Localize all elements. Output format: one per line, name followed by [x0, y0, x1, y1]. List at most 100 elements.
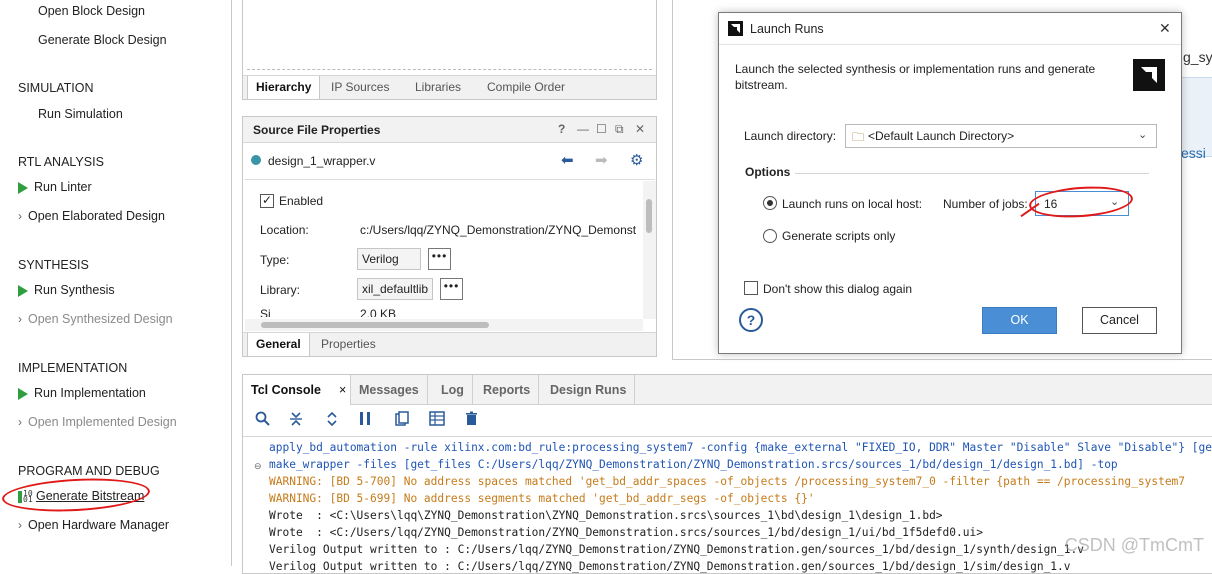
tab-compile-order[interactable]: Compile Order: [479, 76, 573, 100]
open-elaborated-design-label: Open Elaborated Design: [28, 209, 165, 223]
table-icon[interactable]: [429, 411, 445, 429]
type-label: Type:: [260, 253, 290, 267]
run-simulation-item[interactable]: Run Simulation: [38, 107, 123, 121]
float-icon[interactable]: ⧉: [615, 122, 624, 137]
back-arrow-icon[interactable]: ⬅: [561, 151, 574, 169]
ok-button[interactable]: OK: [982, 307, 1057, 334]
vertical-scrollbar[interactable]: [643, 181, 656, 319]
run-implementation-item[interactable]: Run Implementation: [18, 386, 146, 400]
tab-properties[interactable]: Properties: [313, 333, 384, 357]
scroll-thumb[interactable]: [646, 199, 652, 233]
launch-directory-label: Launch directory:: [744, 129, 837, 143]
run-synthesis-item[interactable]: Run Synthesis: [18, 283, 115, 297]
options-label: Options: [745, 165, 791, 179]
open-hardware-manager-item[interactable]: › Open Hardware Manager: [18, 518, 169, 532]
location-label: Location:: [260, 223, 309, 237]
type-more-button[interactable]: •••: [428, 248, 451, 270]
help-icon[interactable]: ?: [739, 308, 763, 332]
console-line: Verilog Output written to : C:/Users/lqq…: [269, 560, 1071, 573]
size-row: Si 2.0 KB: [243, 307, 653, 317]
generate-block-design-item[interactable]: Generate Block Design: [38, 33, 167, 47]
cancel-button[interactable]: Cancel: [1082, 307, 1157, 334]
flow-navigator: Open Block Design Generate Block Design …: [0, 0, 232, 566]
expand-all-icon[interactable]: [325, 411, 339, 430]
forward-arrow-icon[interactable]: ➡: [595, 151, 608, 169]
divider: [795, 173, 1149, 174]
console-line: Verilog Output written to : C:/Users/lqq…: [269, 543, 1084, 556]
tab-hierarchy[interactable]: Hierarchy: [247, 76, 321, 100]
scripts-only-label: Generate scripts only: [782, 229, 896, 243]
peek-text-2: essi: [1181, 145, 1206, 161]
watermark: CSDN @TmCmT: [1064, 535, 1204, 555]
run-simulation-label: Run Simulation: [38, 107, 123, 121]
horizontal-scrollbar[interactable]: [245, 319, 643, 331]
open-implemented-design-label: Open Implemented Design: [28, 415, 177, 429]
divider: [245, 179, 655, 180]
trash-icon[interactable]: [465, 411, 478, 429]
launch-runs-dialog: Launch Runs ✕ Launch the selected synthe…: [718, 12, 1182, 354]
dont-show-label: Don't show this dialog again: [763, 282, 913, 296]
console-line: Wrote : <C:/Users/lqq/ZYNQ_Demonstration…: [269, 526, 983, 539]
pause-icon[interactable]: [359, 411, 371, 429]
section-rtl-analysis: RTL ANALYSIS: [18, 155, 104, 169]
open-hardware-manager-label: Open Hardware Manager: [28, 518, 170, 532]
fold-icon[interactable]: ⊖: [254, 461, 262, 472]
local-host-radio[interactable]: [763, 196, 777, 210]
tab-libraries[interactable]: Libraries: [407, 76, 469, 100]
divider: [243, 436, 1212, 437]
copy-icon[interactable]: [395, 411, 409, 429]
open-synthesized-design-label: Open Synthesized Design: [28, 312, 173, 326]
run-play-icon: [18, 284, 28, 297]
tab-messages[interactable]: Messages: [351, 375, 428, 405]
tab-tcl-console-label: Tcl Console: [251, 383, 321, 397]
close-icon[interactable]: ✕: [635, 122, 645, 136]
tab-log[interactable]: Log: [433, 375, 473, 405]
console-line: apply_bd_automation -rule xilinx.com:bd_…: [269, 441, 1212, 454]
launch-directory-select[interactable]: 🗀 <Default Launch Directory> ⌄: [845, 124, 1157, 148]
collapse-all-icon[interactable]: [289, 411, 303, 430]
close-icon[interactable]: ✕: [1159, 20, 1171, 37]
scripts-only-radio[interactable]: [763, 229, 777, 243]
help-icon[interactable]: ?: [558, 122, 565, 136]
file-name: design_1_wrapper.v: [268, 154, 376, 168]
open-block-design-item[interactable]: Open Block Design: [38, 4, 145, 18]
chevron-down-icon: ⌄: [1138, 129, 1148, 141]
minimize-icon[interactable]: —: [577, 122, 589, 136]
enabled-checkbox[interactable]: [260, 193, 274, 208]
properties-tabstrip: General Properties: [243, 332, 656, 357]
location-value: c:/Users/lqq/ZYNQ_Demonstration/ZYNQ_Dem…: [360, 223, 637, 237]
section-implementation: IMPLEMENTATION: [18, 361, 128, 375]
size-value: 2.0 KB: [360, 307, 397, 317]
tab-design-runs[interactable]: Design Runs: [542, 375, 636, 405]
dont-show-checkbox[interactable]: [744, 281, 758, 295]
run-implementation-label: Run Implementation: [34, 386, 146, 400]
enabled-label: Enabled: [279, 194, 324, 208]
gear-icon[interactable]: ⚙: [630, 151, 643, 169]
section-simulation: SIMULATION: [18, 81, 94, 95]
annotation-circle: [1, 475, 151, 515]
chevron-right-icon: ›: [18, 209, 22, 223]
tab-tcl-console[interactable]: Tcl Console ×: [243, 375, 351, 405]
console-line: WARNING: [BD 5-700] No address spaces ma…: [269, 475, 1186, 488]
library-more-button[interactable]: •••: [440, 278, 463, 300]
tab-ip-sources[interactable]: IP Sources: [323, 76, 397, 100]
open-implemented-design-item[interactable]: › Open Implemented Design: [18, 415, 177, 429]
jobs-label: Number of jobs:: [943, 197, 1028, 211]
tab-general[interactable]: General: [247, 333, 310, 357]
run-linter-item[interactable]: Run Linter: [18, 180, 92, 194]
folder-icon: 🗀: [852, 130, 865, 144]
open-elaborated-design-item[interactable]: › Open Elaborated Design: [18, 209, 165, 223]
close-icon[interactable]: ×: [339, 375, 346, 405]
generate-block-design-label: Generate Block Design: [38, 33, 167, 47]
divider: [247, 69, 652, 70]
search-icon[interactable]: [255, 411, 270, 429]
maximize-icon[interactable]: ☐: [596, 122, 607, 136]
dialog-title: Launch Runs: [750, 22, 824, 36]
console-line: make_wrapper -files [get_files C:/Users/…: [269, 458, 1118, 471]
local-host-label: Launch runs on local host:: [782, 197, 923, 211]
tab-reports[interactable]: Reports: [475, 375, 540, 405]
chevron-right-icon: ›: [18, 312, 22, 326]
scroll-thumb[interactable]: [261, 322, 489, 328]
open-synthesized-design-item[interactable]: › Open Synthesized Design: [18, 312, 173, 326]
run-synthesis-label: Run Synthesis: [34, 283, 115, 297]
